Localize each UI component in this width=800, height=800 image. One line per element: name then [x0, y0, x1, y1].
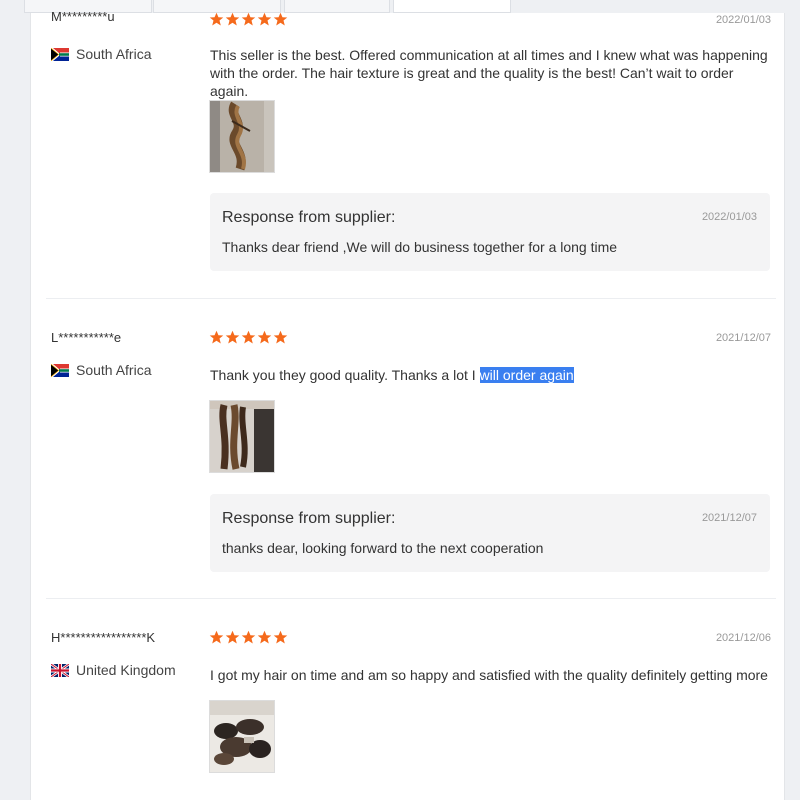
south-africa-flag-icon [51, 363, 69, 377]
review-item: L***********e South Africa 2021/12/07 Th… [46, 330, 776, 580]
review-text-plain: Thank you they good quality. Thanks a lo… [210, 367, 476, 383]
star-icon [241, 630, 256, 644]
star-icon [209, 630, 224, 644]
review-photo-thumbnail[interactable] [209, 700, 275, 773]
response-date: 2021/12/07 [701, 512, 757, 524]
star-icon [257, 12, 272, 26]
reviewer-country: South Africa [51, 362, 152, 378]
review-item: M*********u South Africa 2022/01/03 This… [46, 9, 776, 282]
review-date: 2022/01/03 [715, 14, 771, 26]
star-icon [273, 630, 288, 644]
reviewer-country: South Africa [51, 46, 152, 62]
review-text: I got my hair on time and am so happy an… [210, 667, 768, 683]
review-divider [46, 598, 776, 599]
star-icon [225, 630, 240, 644]
star-icon [273, 330, 288, 344]
star-rating [209, 630, 288, 645]
hair-photo-image [210, 701, 274, 772]
review-text: This seller is the best. Offered communi… [210, 47, 768, 99]
star-icon [257, 330, 272, 344]
review-photo-thumbnail[interactable] [209, 400, 275, 473]
response-text: Thanks dear friend ,We will do business … [222, 239, 618, 255]
hair-photo-image [210, 101, 274, 172]
response-title: Response from supplier: [222, 510, 396, 527]
star-icon [209, 12, 224, 26]
reviewer-name: L***********e [51, 330, 122, 345]
country-label: United Kingdom [76, 662, 176, 678]
review-text-selected: will order again [479, 367, 574, 383]
review-photo-thumbnail[interactable] [209, 100, 275, 173]
star-icon [225, 330, 240, 344]
country-label: South Africa [76, 362, 152, 378]
review-text: Thank you they good quality. Thanks a lo… [210, 366, 770, 384]
star-icon [273, 12, 288, 26]
reviewer-country: United Kingdom [51, 662, 176, 678]
review-item: H*****************K United Kingdom 2021/… [46, 630, 776, 800]
star-icon [241, 12, 256, 26]
review-date: 2021/12/07 [715, 332, 771, 344]
supplier-response: Response from supplier: 2022/01/03 Thank… [210, 193, 770, 271]
response-title: Response from supplier: [222, 209, 396, 226]
star-rating [209, 330, 288, 345]
south-africa-flag-icon [51, 47, 69, 61]
response-text: thanks dear, looking forward to the next… [222, 540, 544, 556]
reviewer-name: M*********u [51, 9, 115, 24]
star-icon [241, 330, 256, 344]
review-divider [46, 298, 776, 299]
hair-photo-image [210, 401, 274, 472]
reviewer-name: H*****************K [51, 630, 156, 645]
country-label: South Africa [76, 46, 152, 62]
supplier-response: Response from supplier: 2021/12/07 thank… [210, 494, 770, 572]
star-icon [209, 330, 224, 344]
response-date: 2022/01/03 [701, 211, 757, 223]
review-date: 2021/12/06 [715, 632, 771, 644]
united-kingdom-flag-icon [51, 663, 69, 677]
star-icon [225, 12, 240, 26]
star-icon [257, 630, 272, 644]
star-rating [209, 12, 288, 27]
